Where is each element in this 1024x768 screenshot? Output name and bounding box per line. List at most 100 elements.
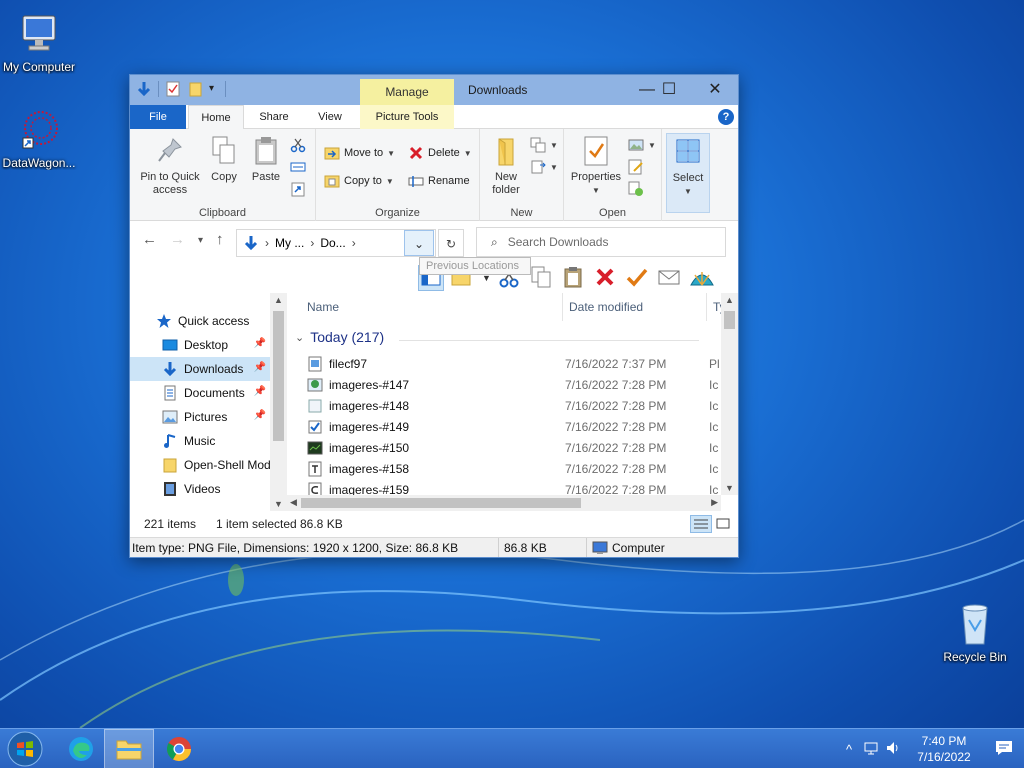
- forward-button[interactable]: →: [170, 231, 185, 248]
- paste-toolbar-button[interactable]: [561, 265, 587, 291]
- cut-button[interactable]: [290, 137, 306, 153]
- move-to-button[interactable]: Move to ▼: [324, 145, 395, 161]
- scroll-up-icon[interactable]: ▲: [274, 295, 283, 305]
- column-date-modified[interactable]: Date modified: [569, 293, 707, 321]
- select-group[interactable]: Select ▼: [666, 133, 710, 213]
- group-header-today[interactable]: ⌄ Today (217): [295, 329, 384, 345]
- new-folder-button[interactable]: New folder: [484, 135, 528, 197]
- manage-context-tab[interactable]: Manage: [360, 79, 454, 105]
- scroll-right-icon[interactable]: ▶: [711, 497, 718, 508]
- delete-button[interactable]: Delete ▼: [408, 145, 472, 161]
- properties-toolbar-button[interactable]: [625, 265, 651, 291]
- copy-to-button[interactable]: Copy to ▼: [324, 173, 394, 189]
- nav-desktop[interactable]: Desktop 📌: [130, 333, 270, 357]
- open-shell-button[interactable]: [689, 265, 715, 291]
- paste-icon: [564, 267, 582, 288]
- easy-access-button[interactable]: ▼: [530, 159, 558, 175]
- action-center-button[interactable]: [984, 739, 1024, 760]
- new-folder-label-line1: New: [494, 171, 517, 183]
- file-row[interactable]: filecf97 7/16/2022 7:37 PM Pl: [307, 353, 727, 374]
- desktop-icon-recycle-bin[interactable]: Recycle Bin: [930, 600, 1020, 664]
- taskbar-clock[interactable]: 7:40 PM 7/16/2022: [904, 733, 984, 765]
- scroll-left-icon[interactable]: ◀: [290, 497, 297, 508]
- previous-locations-button[interactable]: ⌄: [404, 230, 434, 256]
- up-button[interactable]: ↑: [216, 231, 224, 248]
- details-view-button[interactable]: [690, 515, 712, 533]
- pin-quick-access-button[interactable]: Pin to Quick access: [136, 135, 204, 197]
- breadcrumb-downloads[interactable]: Do...: [320, 236, 345, 250]
- paste-button[interactable]: Paste: [248, 135, 284, 184]
- delete-toolbar-button[interactable]: [593, 265, 619, 291]
- horizontal-scroll-thumb[interactable]: [301, 498, 581, 508]
- horizontal-scrollbar[interactable]: ◀ ▶: [287, 495, 721, 511]
- nav-open-shell[interactable]: Open-Shell Mod: [130, 453, 270, 477]
- pin-icon: [155, 135, 185, 167]
- nav-pictures[interactable]: Pictures 📌: [130, 405, 270, 429]
- breadcrumb-my-computer[interactable]: My ...: [275, 236, 304, 250]
- edit-button[interactable]: [628, 159, 644, 175]
- tab-home[interactable]: Home: [188, 105, 244, 130]
- paste-shortcut-button[interactable]: [290, 181, 306, 197]
- file-list-scrollbar[interactable]: ▲ ▼: [721, 293, 738, 495]
- tab-share[interactable]: Share: [246, 105, 302, 129]
- properties-button[interactable]: Properties ▼: [568, 135, 624, 197]
- select-button[interactable]: Select ▼: [669, 136, 707, 198]
- desktop-icon-datawagon[interactable]: DataWagon...: [0, 106, 84, 170]
- back-button[interactable]: ←: [142, 231, 157, 248]
- scroll-up-icon[interactable]: ▲: [725, 295, 734, 305]
- refresh-button[interactable]: ↻: [438, 229, 464, 257]
- file-scroll-thumb[interactable]: [724, 311, 735, 329]
- history-button[interactable]: [628, 181, 644, 197]
- search-box[interactable]: ⌕ Search Downloads: [476, 227, 726, 257]
- scroll-down-icon[interactable]: ▼: [725, 483, 734, 493]
- search-placeholder: Search Downloads: [507, 235, 609, 249]
- network-icon[interactable]: [860, 740, 882, 759]
- chevron-right-icon: ›: [310, 236, 315, 250]
- large-icons-view-button[interactable]: [714, 515, 734, 533]
- file-row[interactable]: imageres-#150 7/16/2022 7:28 PM Ic: [307, 437, 727, 458]
- nav-music[interactable]: Music: [130, 429, 270, 453]
- scroll-down-icon[interactable]: ▼: [274, 499, 283, 509]
- delete-x-icon: [408, 145, 424, 161]
- nav-documents[interactable]: Documents 📌: [130, 381, 270, 405]
- nav-downloads[interactable]: Downloads 📌: [130, 357, 270, 381]
- maximize-button[interactable]: ☐: [646, 75, 692, 105]
- start-button[interactable]: [0, 729, 50, 768]
- copy-button[interactable]: Copy: [206, 135, 242, 184]
- close-button[interactable]: ✕: [692, 75, 738, 105]
- nav-videos[interactable]: Videos: [130, 477, 270, 501]
- pin-icon: 📌: [253, 338, 266, 349]
- nav-scroll-thumb[interactable]: [273, 311, 284, 441]
- new-folder-icon[interactable]: [187, 81, 203, 97]
- chevron-right-icon: ›: [351, 236, 356, 250]
- file-row[interactable]: imageres-#149 7/16/2022 7:28 PM Ic: [307, 416, 727, 437]
- rename-button[interactable]: Rename: [408, 173, 470, 189]
- copy-path-button[interactable]: [290, 159, 306, 175]
- customize-qat-icon[interactable]: ▾: [209, 81, 219, 97]
- delete-x-icon: [596, 268, 614, 286]
- properties-big-icon: [581, 135, 611, 167]
- tab-picture-tools[interactable]: Picture Tools: [360, 105, 454, 129]
- volume-icon[interactable]: [882, 740, 904, 759]
- show-hidden-icons-icon[interactable]: ^: [838, 742, 860, 757]
- organize-group: Move to ▼ Copy to ▼ Delete ▼ Rename Organiz…: [316, 129, 480, 221]
- copy-toolbar-button[interactable]: [529, 265, 555, 291]
- help-button[interactable]: ?: [718, 109, 734, 125]
- email-toolbar-button[interactable]: [657, 265, 683, 291]
- file-row[interactable]: imageres-#148 7/16/2022 7:28 PM Ic: [307, 395, 727, 416]
- desktop-icon-my-computer[interactable]: My Computer: [0, 10, 84, 74]
- tab-file[interactable]: File: [130, 105, 186, 129]
- title-bar[interactable]: ▾ Manage Downloads — ☐ ✕: [130, 75, 738, 105]
- tab-view[interactable]: View: [302, 105, 358, 129]
- properties-icon[interactable]: [165, 81, 181, 97]
- column-name[interactable]: Name: [307, 293, 563, 321]
- taskbar-file-explorer-button[interactable]: [104, 729, 154, 768]
- recent-locations-icon[interactable]: ▾: [198, 235, 203, 246]
- nav-scrollbar[interactable]: ▲ ▼: [270, 293, 287, 511]
- taskbar-edge-button[interactable]: [56, 729, 106, 768]
- taskbar-chrome-button[interactable]: [154, 729, 204, 768]
- open-button[interactable]: ▼: [628, 137, 656, 153]
- file-row[interactable]: imageres-#147 7/16/2022 7:28 PM Ic: [307, 374, 727, 395]
- file-row[interactable]: imageres-#158 7/16/2022 7:28 PM Ic: [307, 458, 727, 479]
- new-item-button[interactable]: ▼: [530, 137, 558, 153]
